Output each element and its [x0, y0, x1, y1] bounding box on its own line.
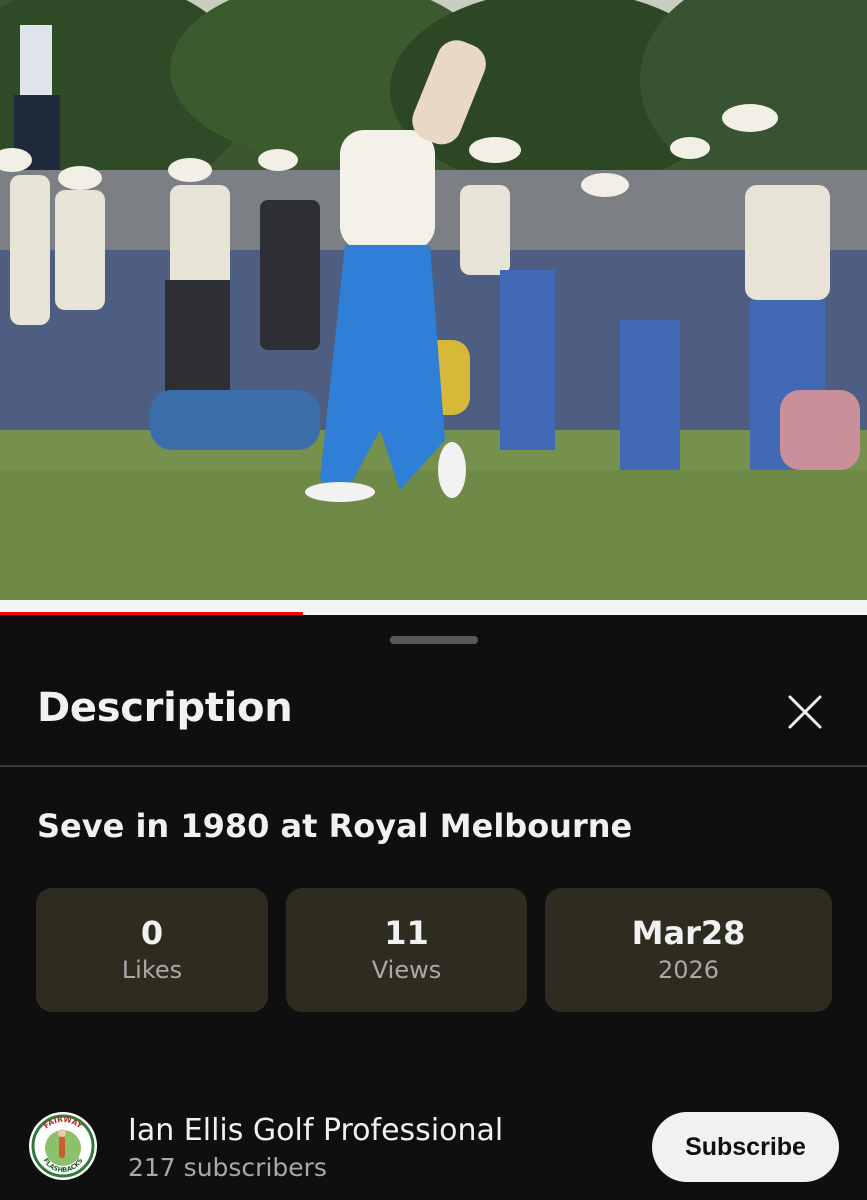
close-button[interactable] — [776, 683, 834, 741]
divider — [0, 765, 867, 767]
close-icon — [788, 695, 822, 729]
subscriber-count: 217 subscribers — [128, 1153, 327, 1182]
subscribe-button[interactable]: Subscribe — [652, 1112, 839, 1182]
channel-name[interactable]: Ian Ellis Golf Professional — [128, 1113, 503, 1148]
likes-label: Likes — [121, 956, 183, 984]
likes-count: 0 — [140, 914, 164, 952]
channel-avatar[interactable]: FAIRWAY FLASHBACKS — [29, 1112, 97, 1180]
publish-date: Mar28 — [631, 914, 746, 952]
video-frame — [0, 0, 867, 615]
publish-date-stat: Mar28 2026 — [545, 888, 832, 1012]
video-progress-fill — [0, 612, 304, 615]
likes-stat: 0 Likes — [36, 888, 268, 1012]
app-root: Description Seve in 1980 at Royal Melbou… — [0, 0, 867, 1200]
drag-handle[interactable] — [390, 636, 478, 644]
video-title: Seve in 1980 at Royal Melbourne — [37, 807, 633, 845]
views-count: 11 — [384, 914, 429, 952]
views-label: Views — [371, 956, 442, 984]
description-sheet: Description Seve in 1980 at Royal Melbou… — [0, 617, 867, 1200]
views-stat: 11 Views — [286, 888, 527, 1012]
publish-year: 2026 — [657, 956, 720, 984]
sheet-title: Description — [37, 685, 293, 731]
video-player[interactable] — [0, 0, 867, 615]
fairway-flashbacks-logo: FAIRWAY FLASHBACKS — [30, 1113, 96, 1179]
video-progress-track[interactable] — [0, 612, 867, 615]
